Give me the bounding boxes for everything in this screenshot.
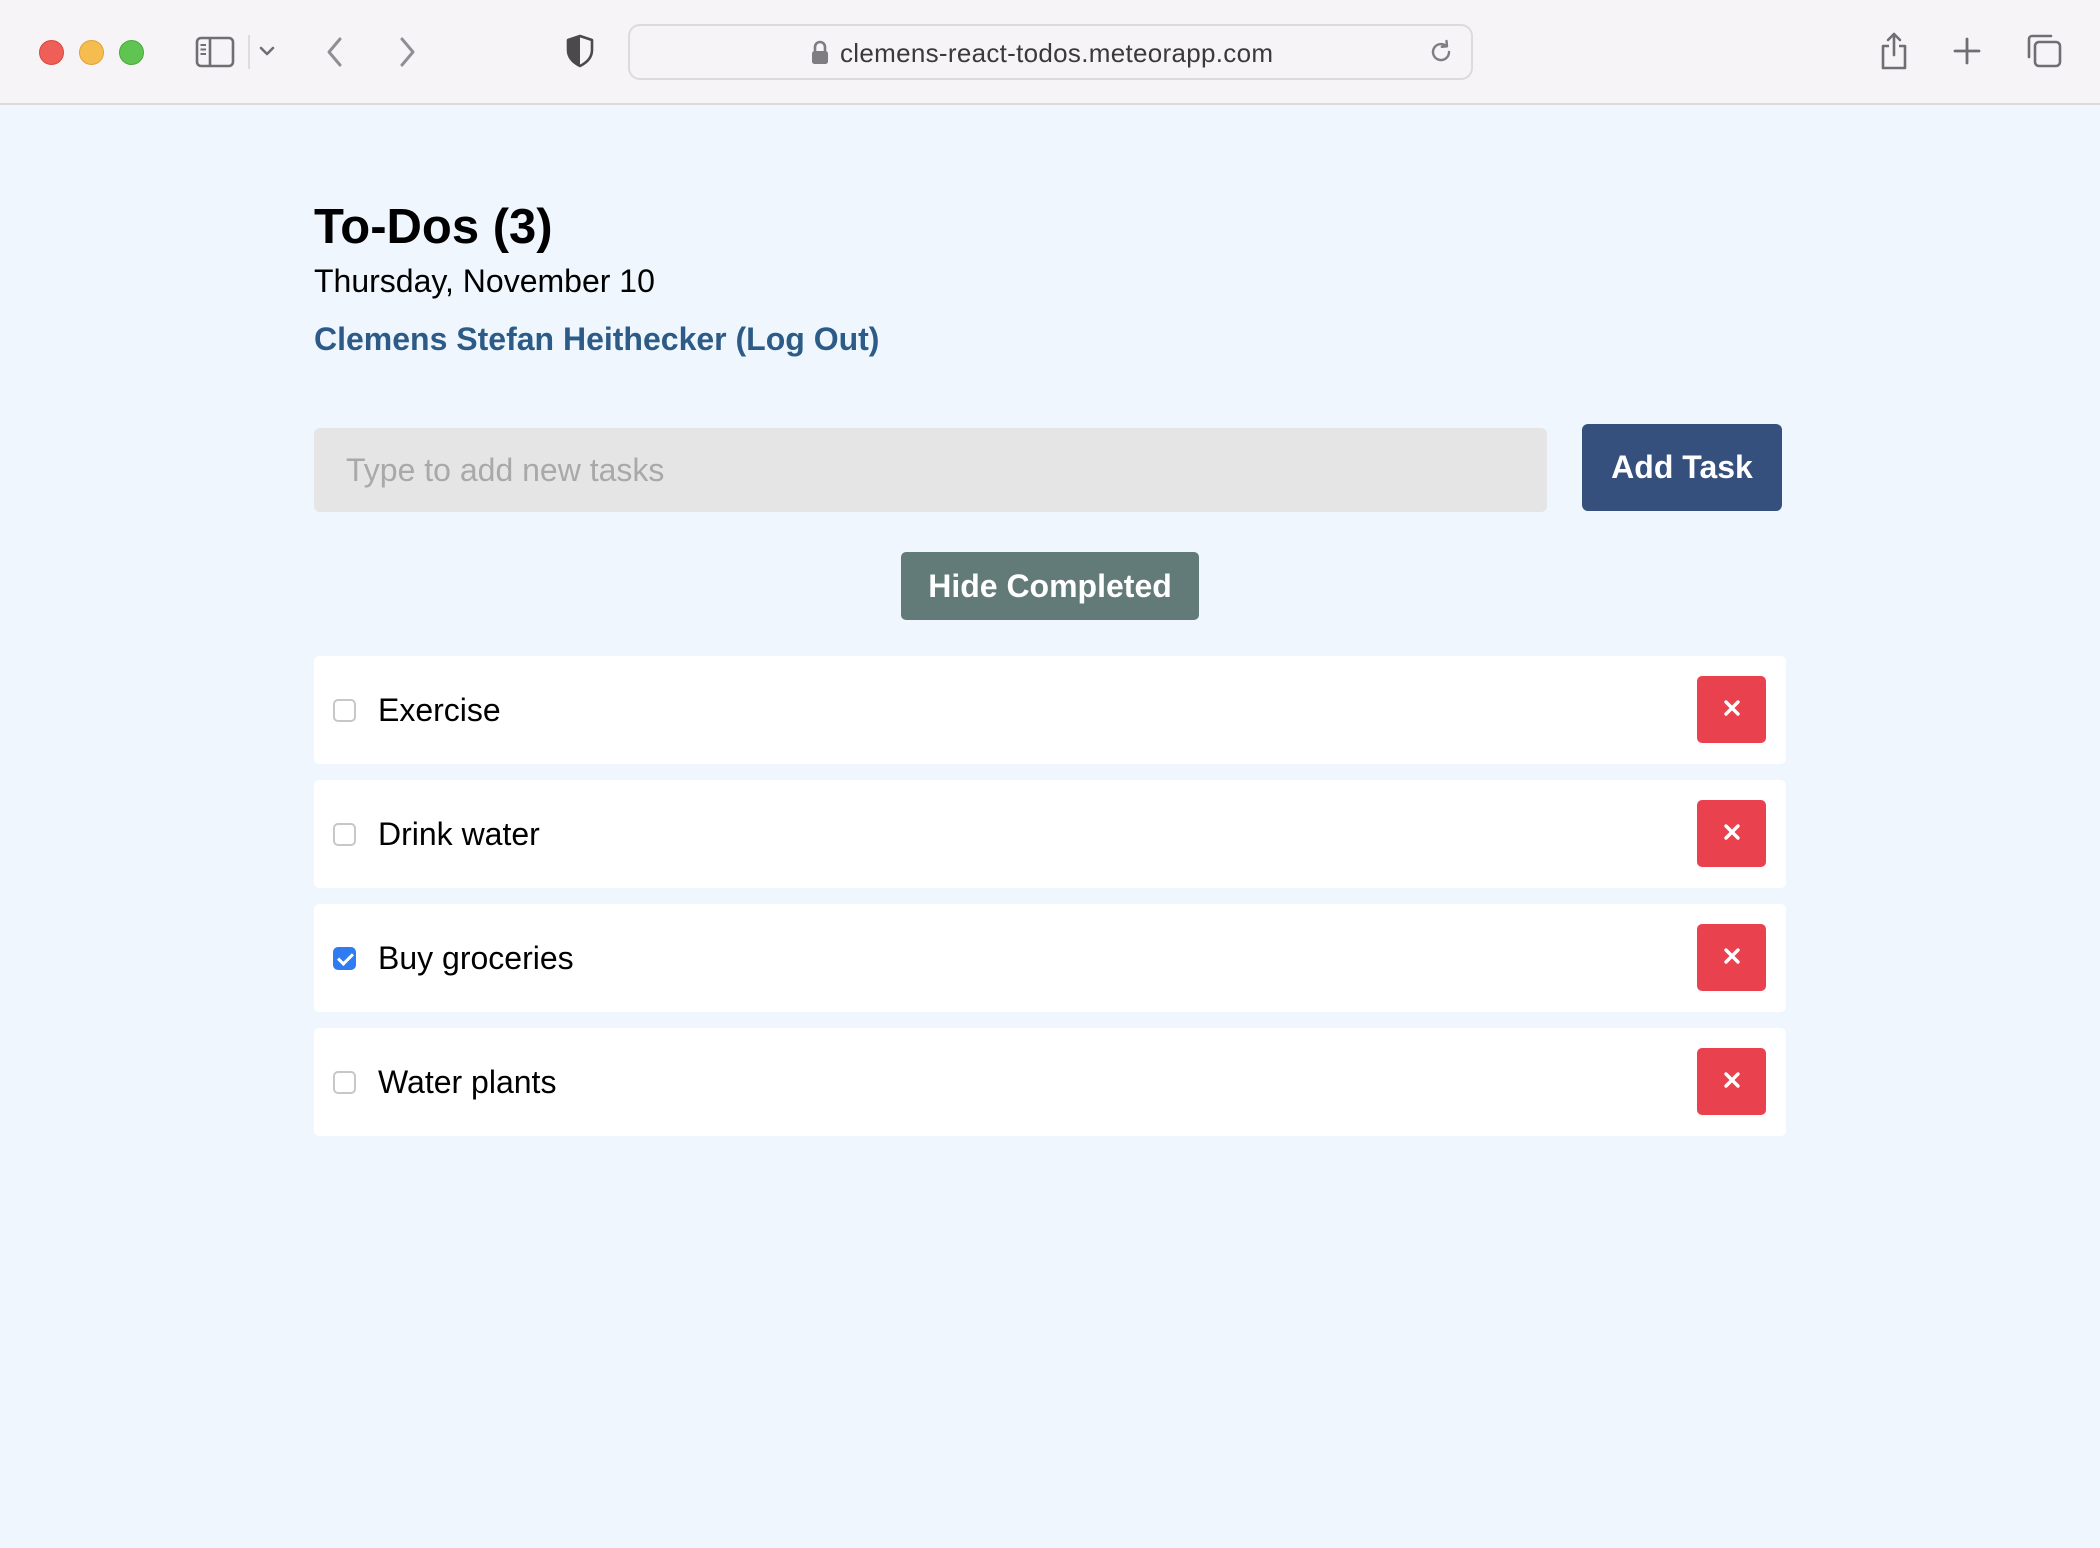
share-icon[interactable] [1876,30,1912,72]
plus-icon[interactable] [1950,34,1984,68]
user-logout-link[interactable]: Clemens Stefan Heithecker (Log Out) [314,321,879,358]
tabs-icon[interactable] [2024,32,2064,70]
close-icon [1723,823,1741,844]
new-task-input[interactable] [314,428,1547,512]
sidebar-icon[interactable] [193,33,237,71]
task-label: Drink water [378,816,540,852]
delete-task-button[interactable] [1697,800,1766,867]
task-item: Water plants [314,1028,1786,1136]
chevron-right-icon[interactable] [392,33,422,71]
delete-task-button[interactable] [1697,676,1766,743]
address-bar[interactable]: clemens-react-todos.meteorapp.com [628,24,1473,80]
close-icon [1723,947,1741,968]
shield-icon[interactable] [563,32,597,70]
delete-task-button[interactable] [1697,924,1766,991]
window-maximize-button[interactable] [119,40,144,65]
window-minimize-button[interactable] [79,40,104,65]
task-list: Exercise Drink water Buy groceries Water… [314,656,1786,1152]
task-item: Drink water [314,780,1786,888]
page-title: To-Dos (3) [314,200,553,254]
hide-completed-button[interactable]: Hide Completed [901,552,1199,620]
reload-icon[interactable] [1427,38,1457,68]
task-label: Water plants [378,1064,557,1100]
add-task-button[interactable]: Add Task [1582,424,1782,511]
chevron-left-icon[interactable] [320,33,350,71]
chevron-down-icon[interactable] [256,40,278,62]
window-close-button[interactable] [39,40,64,65]
task-checkbox[interactable] [333,699,356,722]
task-checkbox[interactable] [333,947,356,970]
current-date: Thursday, November 10 [314,263,655,299]
task-checkbox[interactable] [333,1071,356,1094]
task-item: Buy groceries [314,904,1786,1012]
delete-task-button[interactable] [1697,1048,1766,1115]
browser-toolbar: clemens-react-todos.meteorapp.com [0,0,2100,105]
close-icon [1723,1071,1741,1092]
task-item: Exercise [314,656,1786,764]
lock-icon [810,40,830,66]
task-label: Buy groceries [378,940,574,976]
close-icon [1723,699,1741,720]
url-text[interactable]: clemens-react-todos.meteorapp.com [840,38,1273,69]
toolbar-divider [248,35,250,69]
task-label: Exercise [378,692,501,728]
task-checkbox[interactable] [333,823,356,846]
